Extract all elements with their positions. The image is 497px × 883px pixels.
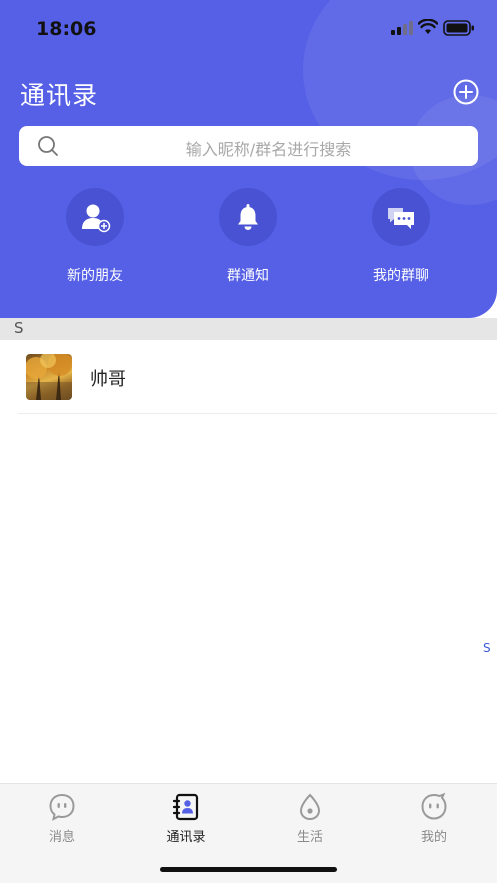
- my-groups-icon-circle: [372, 188, 430, 246]
- header: 18:06 通讯录 输入昵称/群名进行搜索 新的朋友 群通知 我的群聊: [0, 0, 497, 318]
- home-indicator: [160, 867, 337, 872]
- section-header: S: [0, 318, 497, 340]
- my-groups-label: 我的群聊: [373, 268, 429, 284]
- page-title: 通讯录: [20, 81, 99, 110]
- my-groups-button[interactable]: 我的群聊: [341, 188, 461, 285]
- status-bar: 18:06: [0, 0, 497, 60]
- life-icon: [299, 793, 321, 821]
- tab-contacts[interactable]: 通讯录: [146, 792, 226, 845]
- new-friends-button[interactable]: 新的朋友: [35, 188, 155, 285]
- search-input[interactable]: 输入昵称/群名进行搜索: [19, 126, 478, 166]
- contact-row[interactable]: 帅哥: [0, 340, 497, 414]
- tab-life[interactable]: 生活: [270, 792, 350, 845]
- wifi-icon: [418, 19, 438, 34]
- divider: [18, 413, 497, 414]
- group-notice-icon-circle: [219, 188, 277, 246]
- tab-contacts-label: 通讯录: [166, 830, 206, 845]
- tab-profile[interactable]: 我的: [394, 792, 474, 845]
- contacts-icon: [172, 793, 199, 821]
- battery-icon: [443, 20, 474, 36]
- avatar-image: [26, 354, 72, 400]
- search-placeholder: 输入昵称/群名进行搜索: [185, 140, 352, 159]
- plus-circle-icon[interactable]: [452, 78, 480, 106]
- group-notice-label: 群通知: [227, 268, 269, 284]
- group-notice-button[interactable]: 群通知: [188, 188, 308, 285]
- index-bar-item[interactable]: S: [483, 641, 491, 655]
- add-friend-icon: [82, 204, 111, 233]
- tab-profile-label: 我的: [420, 830, 447, 845]
- cellular-signal-icon: [391, 21, 413, 35]
- contact-name: 帅哥: [90, 369, 126, 390]
- tab-messages[interactable]: 消息: [22, 792, 102, 845]
- new-friends-label: 新的朋友: [67, 268, 123, 284]
- message-icon: [49, 793, 75, 821]
- profile-icon: [421, 792, 447, 820]
- avatar: [26, 354, 72, 400]
- status-time: 18:06: [36, 18, 97, 40]
- new-friends-icon-circle: [66, 188, 124, 246]
- bell-icon: [238, 204, 258, 230]
- tab-life-label: 生活: [296, 830, 323, 845]
- group-chat-icon: [388, 208, 414, 229]
- section-letter: S: [14, 319, 24, 337]
- tab-messages-label: 消息: [48, 830, 75, 845]
